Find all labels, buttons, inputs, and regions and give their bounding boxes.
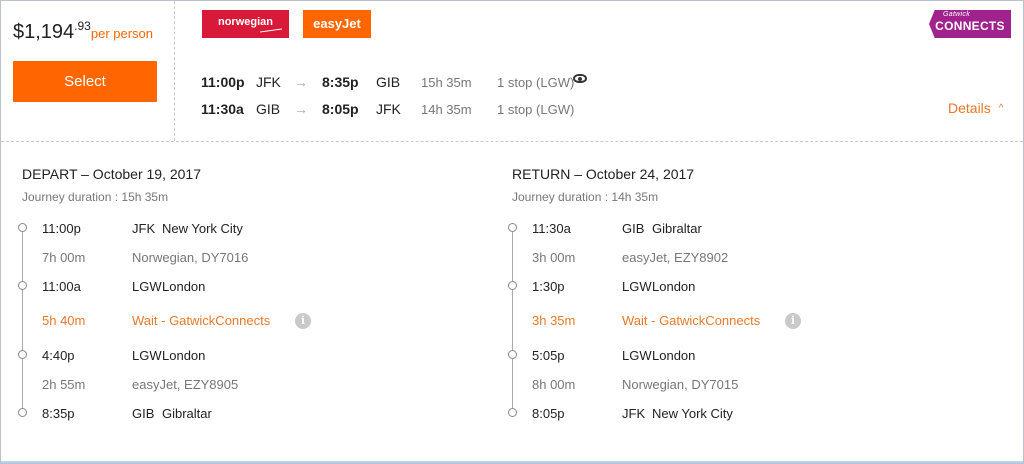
airport-code: LGW bbox=[622, 279, 652, 294]
stop-time: 11:00p bbox=[42, 221, 81, 236]
divider bbox=[1, 141, 1023, 142]
segment-duration: 3h 00m bbox=[532, 250, 576, 265]
details-toggle[interactable]: Details ^ bbox=[948, 100, 1004, 116]
layover-label: Wait - GatwickConnects bbox=[622, 313, 761, 328]
return-from: GIB bbox=[256, 101, 281, 117]
timeline-dot bbox=[508, 408, 517, 417]
easyjet-logo: easyJet bbox=[303, 10, 371, 38]
airport-city: London bbox=[652, 279, 696, 294]
gatwick-logo-text: CONNECTS bbox=[935, 19, 1005, 33]
details-label[interactable]: Details bbox=[948, 100, 991, 116]
outbound-stops: 1 stop (LGW) bbox=[497, 75, 575, 90]
return-duration: 14h 35m bbox=[421, 102, 472, 117]
outbound-to: GIB bbox=[376, 74, 401, 90]
chevron-up-icon[interactable]: ^ bbox=[999, 103, 1004, 114]
stop-time: 5:05p bbox=[532, 348, 565, 363]
price: $1,194.93per person bbox=[13, 19, 153, 44]
layover-label: Wait - GatwickConnects bbox=[132, 313, 271, 328]
airport-city: London bbox=[652, 348, 696, 363]
outbound-arrive-time: 8:35p bbox=[322, 74, 359, 90]
timeline-dot bbox=[508, 281, 517, 290]
segment-duration: 7h 00m bbox=[42, 250, 86, 265]
airport-code: JFK bbox=[622, 406, 646, 421]
segment-duration: 2h 55m bbox=[42, 377, 86, 392]
airport-city: Gibraltar bbox=[162, 406, 212, 421]
price-column: $1,194.93per person Select bbox=[1, 1, 175, 141]
arrow-right-icon: → bbox=[294, 101, 308, 117]
airport-city: New York City bbox=[162, 221, 243, 236]
outbound-depart-time: 11:00p bbox=[201, 74, 245, 90]
flight-summary: $1,194.93per person Select norwegian eas… bbox=[1, 1, 1023, 141]
return-journey-duration: Journey duration : 14h 35m bbox=[512, 190, 659, 204]
segment-duration: 8h 00m bbox=[532, 377, 576, 392]
segment-flight: Norwegian, DY7015 bbox=[622, 377, 739, 392]
segment-flight: easyJet, EZY8902 bbox=[622, 250, 729, 265]
stop-time: 11:30a bbox=[532, 221, 571, 236]
depart-journey-duration: Journey duration : 15h 35m bbox=[22, 190, 169, 204]
layover-duration: 5h 40m bbox=[42, 313, 86, 328]
return-to: JFK bbox=[376, 101, 401, 117]
airport-code: JFK bbox=[132, 221, 156, 236]
return-leg: RETURN – October 24, 2017 Journey durati… bbox=[508, 164, 972, 434]
segment-flight: Norwegian, DY7016 bbox=[132, 250, 249, 265]
timeline-dot bbox=[18, 281, 27, 290]
return-stops: 1 stop (LGW) bbox=[497, 102, 575, 117]
flight-result-card: $1,194.93per person Select norwegian eas… bbox=[0, 0, 1024, 464]
timeline-dot bbox=[508, 350, 517, 359]
airport-code: GIB bbox=[622, 221, 645, 236]
airport-code: LGW bbox=[132, 279, 162, 294]
timeline-dot bbox=[18, 350, 27, 359]
timeline-line bbox=[512, 228, 513, 413]
return-leg-title: RETURN – October 24, 2017 bbox=[512, 166, 695, 182]
airport-city: New York City bbox=[652, 406, 733, 421]
info-icon[interactable]: i bbox=[785, 313, 801, 329]
outbound-from: JFK bbox=[256, 74, 281, 90]
select-button[interactable]: Select bbox=[13, 61, 157, 102]
airport-city: Gibraltar bbox=[652, 221, 702, 236]
stop-time: 8:05p bbox=[532, 406, 565, 421]
norwegian-logo: norwegian bbox=[202, 10, 289, 38]
eye-icon[interactable] bbox=[573, 74, 587, 83]
return-arrive-time: 8:05p bbox=[322, 101, 359, 117]
depart-leg: DEPART – October 19, 2017 Journey durati… bbox=[18, 164, 482, 434]
timeline-line bbox=[22, 228, 23, 413]
depart-leg-title: DEPART – October 19, 2017 bbox=[22, 166, 201, 182]
outbound-duration: 15h 35m bbox=[421, 75, 472, 90]
stop-time: 4:40p bbox=[42, 348, 75, 363]
gatwick-logo-small: Gatwick bbox=[943, 11, 970, 18]
price-amount: $1,194 bbox=[13, 21, 75, 43]
stop-time: 1:30p bbox=[532, 279, 565, 294]
timeline-dot bbox=[508, 223, 517, 232]
timeline-dot bbox=[18, 223, 27, 232]
stop-time: 8:35p bbox=[42, 406, 75, 421]
timeline-dot bbox=[18, 408, 27, 417]
arrow-right-icon: → bbox=[294, 74, 308, 90]
segment-flight: easyJet, EZY8905 bbox=[132, 377, 239, 392]
return-depart-time: 11:30a bbox=[201, 101, 244, 117]
info-icon[interactable]: i bbox=[295, 313, 311, 329]
layover-duration: 3h 35m bbox=[532, 313, 576, 328]
airport-code: LGW bbox=[622, 348, 652, 363]
price-cents: .93 bbox=[74, 19, 91, 33]
price-per-person: per person bbox=[90, 26, 154, 41]
stop-time: 11:00a bbox=[42, 279, 81, 294]
airport-city: London bbox=[162, 279, 206, 294]
gatwick-connects-logo: Gatwick CONNECTS bbox=[929, 10, 1011, 38]
airport-city: London bbox=[162, 348, 206, 363]
airport-code: LGW bbox=[132, 348, 162, 363]
airport-code: GIB bbox=[132, 406, 155, 421]
